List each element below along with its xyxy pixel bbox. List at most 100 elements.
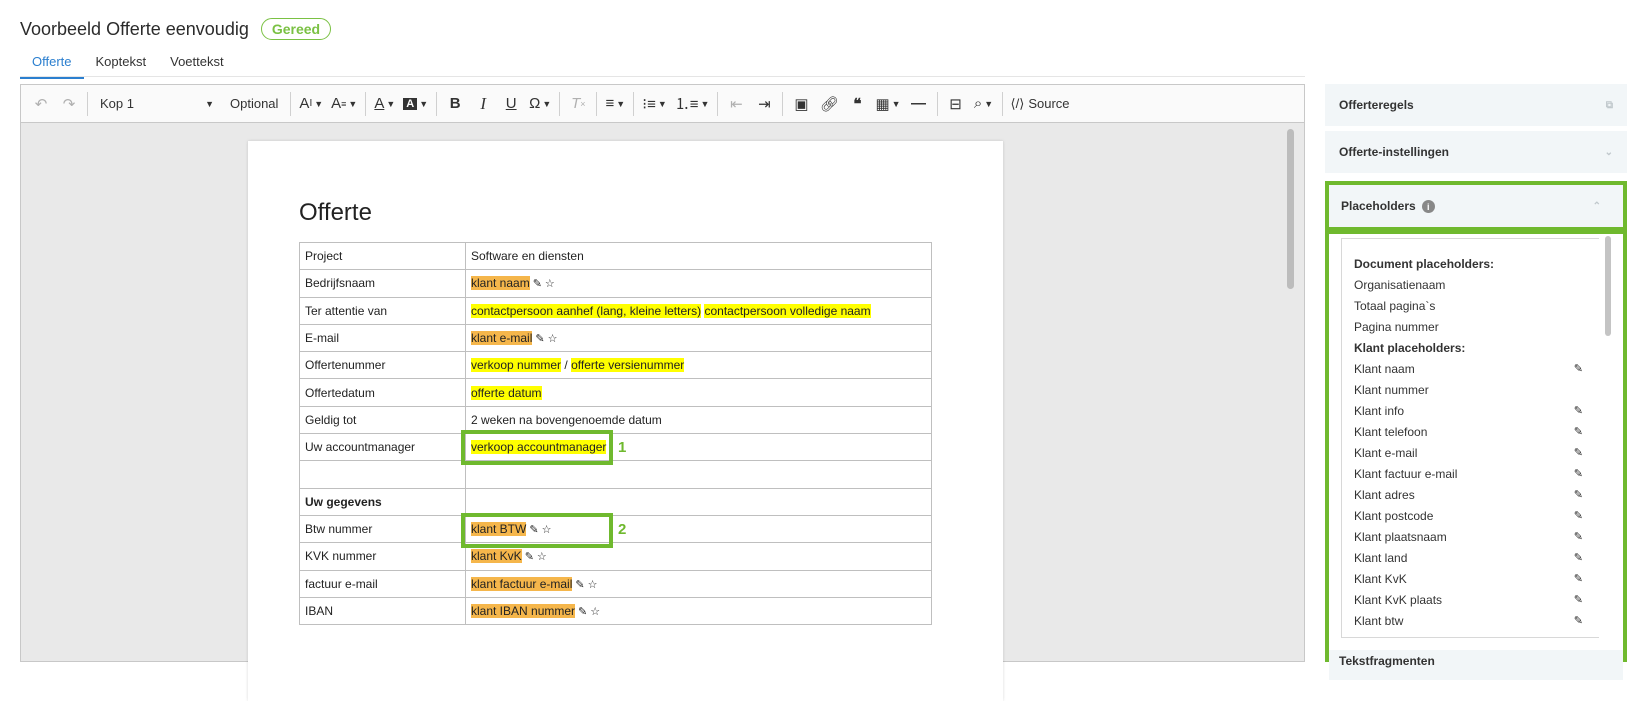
document-title[interactable]: Offerte <box>299 199 372 227</box>
optional-button[interactable]: Optional <box>222 96 286 111</box>
align-icon[interactable]: ≡ ▼ <box>601 90 629 118</box>
pencil-icon[interactable]: ✎ <box>1574 572 1583 585</box>
row-label[interactable]: Ter attentie van <box>299 296 466 325</box>
font-size-icon[interactable]: A I ▼ <box>295 90 327 118</box>
copy-icon[interactable]: ⧉ <box>1606 100 1613 111</box>
pencil-icon[interactable]: ✎ <box>1574 404 1583 417</box>
tab-voettekst[interactable]: Voettekst <box>158 52 235 79</box>
bold-icon[interactable]: B <box>441 90 469 118</box>
pencil-icon[interactable]: ✎ <box>1574 509 1583 522</box>
row-value[interactable]: contactpersoon aanhef (lang, kleine lett… <box>465 296 932 325</box>
offerte-table[interactable]: Project Software en diensten Bedrijfsnaa… <box>299 241 932 626</box>
star-icon[interactable]: ☆ <box>545 278 555 290</box>
row-label[interactable]: Btw nummer <box>299 514 466 544</box>
placeholder-tag[interactable]: offerte datum <box>471 385 542 400</box>
placeholder-tag[interactable]: klant factuur e-mail <box>471 576 573 591</box>
row-label[interactable]: IBAN <box>299 596 466 626</box>
accordion-placeholders[interactable]: Placeholders i ⌃ <box>1325 181 1627 231</box>
horizontal-line-icon[interactable]: — <box>905 90 933 118</box>
numbered-list-icon[interactable]: ⒈≡ ▼ <box>671 90 714 118</box>
special-characters-icon[interactable]: Ω ▼ <box>525 90 555 118</box>
row-value[interactable]: Software en diensten <box>465 241 932 271</box>
star-icon[interactable]: ☆ <box>537 551 547 563</box>
bulleted-list-icon[interactable]: ⁝≡ ▼ <box>638 90 670 118</box>
row-value[interactable]: klant e-mail ✎ ☆ <box>465 323 932 353</box>
list-item[interactable]: Klant e-mail ✎ <box>1354 442 1591 463</box>
placeholder-tag[interactable]: klant e-mail <box>471 331 533 346</box>
document-page[interactable]: Offerte Project Software en diensten Bed… <box>248 141 1003 701</box>
row-label[interactable]: Bedrijfsnaam <box>299 269 466 298</box>
heading-select[interactable]: Kop 1 ▼ <box>92 90 222 118</box>
pencil-icon[interactable]: ✎ <box>1574 593 1583 606</box>
accordion-offerteregels[interactable]: Offerteregels ⧉ <box>1325 84 1627 126</box>
list-item[interactable]: Klant telefoon ✎ <box>1354 421 1591 442</box>
accordion-header[interactable]: Placeholders i ⌃ <box>1329 185 1623 227</box>
placeholder-tag[interactable]: klant KvK <box>471 549 522 564</box>
row-label[interactable]: Project <box>299 241 466 271</box>
placeholder-tag[interactable]: offerte versienummer <box>571 358 685 373</box>
pencil-icon[interactable]: ✎ <box>1574 530 1583 543</box>
row-label[interactable]: Uw accountmanager <box>299 433 466 462</box>
pencil-icon[interactable]: ✎ <box>1574 551 1583 564</box>
pencil-icon[interactable]: ✎ <box>1574 362 1583 375</box>
row-label[interactable]: KVK nummer <box>299 542 466 571</box>
row-label[interactable]: Geldig tot <box>299 405 466 435</box>
italic-icon[interactable]: I <box>469 90 497 118</box>
pencil-icon[interactable]: ✎ <box>535 333 544 345</box>
find-replace-icon[interactable]: ⌕ ▼ <box>970 90 998 118</box>
section-label[interactable]: Uw gegevens <box>299 487 466 516</box>
tab-koptekst[interactable]: Koptekst <box>84 52 159 79</box>
row-value[interactable]: offerte datum <box>465 378 932 407</box>
page-break-icon[interactable]: ⊟ <box>942 90 970 118</box>
row-value[interactable]: klant naam ✎ ☆ <box>465 269 932 298</box>
pencil-icon[interactable]: ✎ <box>1574 488 1583 501</box>
remove-format-icon[interactable]: T × <box>564 90 592 118</box>
pencil-icon[interactable]: ✎ <box>1574 467 1583 480</box>
placeholder-tag[interactable]: verkoop nummer <box>471 358 562 373</box>
list-item[interactable]: Klant adres ✎ <box>1354 484 1591 505</box>
row-label[interactable] <box>299 460 466 489</box>
source-button[interactable]: ⟨/⟩ Source <box>1007 90 1074 118</box>
font-family-icon[interactable]: A ≡ ▼ <box>327 90 361 118</box>
accordion-offerte-instellingen[interactable]: Offerte-instellingen ⌄ <box>1325 131 1627 173</box>
info-icon[interactable]: i <box>1421 200 1435 214</box>
list-item[interactable]: Klant naam ✎ <box>1354 358 1591 379</box>
pencil-icon[interactable]: ✎ <box>575 579 584 591</box>
blockquote-icon[interactable]: ❝ <box>843 90 871 118</box>
pencil-icon[interactable]: ✎ <box>1574 446 1583 459</box>
pencil-icon[interactable]: ✎ <box>533 278 542 290</box>
background-color-icon[interactable]: A ▼ <box>399 90 432 118</box>
row-value[interactable]: verkoop nummer / offerte versienummer <box>465 351 932 380</box>
indent-icon[interactable]: ⇥ <box>750 90 778 118</box>
star-icon[interactable]: ☆ <box>590 606 600 618</box>
list-item[interactable]: Klant KvK ✎ <box>1354 568 1591 589</box>
accordion-tekstfragmenten[interactable]: Tekstfragmenten <box>1329 650 1623 680</box>
placeholder-tag[interactable]: klant IBAN nummer <box>471 604 576 618</box>
editor-scrollbar-thumb[interactable] <box>1287 129 1294 289</box>
outdent-icon[interactable]: ⇤ <box>722 90 750 118</box>
list-item[interactable]: Pagina nummer <box>1354 316 1591 337</box>
font-color-icon[interactable]: A ▼ <box>370 90 399 118</box>
list-item[interactable]: Klant land ✎ <box>1354 547 1591 568</box>
placeholder-list-scrollbar[interactable] <box>1605 236 1611 336</box>
list-item[interactable]: Klant postcode ✎ <box>1354 505 1591 526</box>
pencil-icon[interactable]: ✎ <box>1574 614 1583 627</box>
tab-offerte[interactable]: Offerte <box>20 52 84 79</box>
list-item[interactable]: Organisatienaam <box>1354 274 1591 295</box>
star-icon[interactable]: ☆ <box>548 333 558 345</box>
undo-icon[interactable]: ↶ <box>27 90 55 118</box>
table-icon[interactable]: ▦ ▼ <box>871 90 904 118</box>
redo-icon[interactable]: ↷ <box>55 90 83 118</box>
pencil-icon[interactable]: ✎ <box>525 551 534 563</box>
underline-icon[interactable]: U <box>497 90 525 118</box>
pencil-icon[interactable]: ✎ <box>1574 425 1583 438</box>
row-value[interactable] <box>465 487 932 516</box>
star-icon[interactable]: ☆ <box>588 579 598 591</box>
image-icon[interactable]: ▣ <box>787 90 815 118</box>
row-label[interactable]: Offertenummer <box>299 351 466 380</box>
list-item[interactable]: Klant KvK plaats ✎ <box>1354 589 1591 610</box>
list-item[interactable]: Klant plaatsnaam ✎ <box>1354 526 1591 547</box>
row-value[interactable]: klant IBAN nummer ✎ ☆ <box>465 596 932 626</box>
placeholder-tag[interactable]: contactpersoon aanhef (lang, kleine lett… <box>471 303 702 318</box>
row-label[interactable]: Offertedatum <box>299 378 466 407</box>
